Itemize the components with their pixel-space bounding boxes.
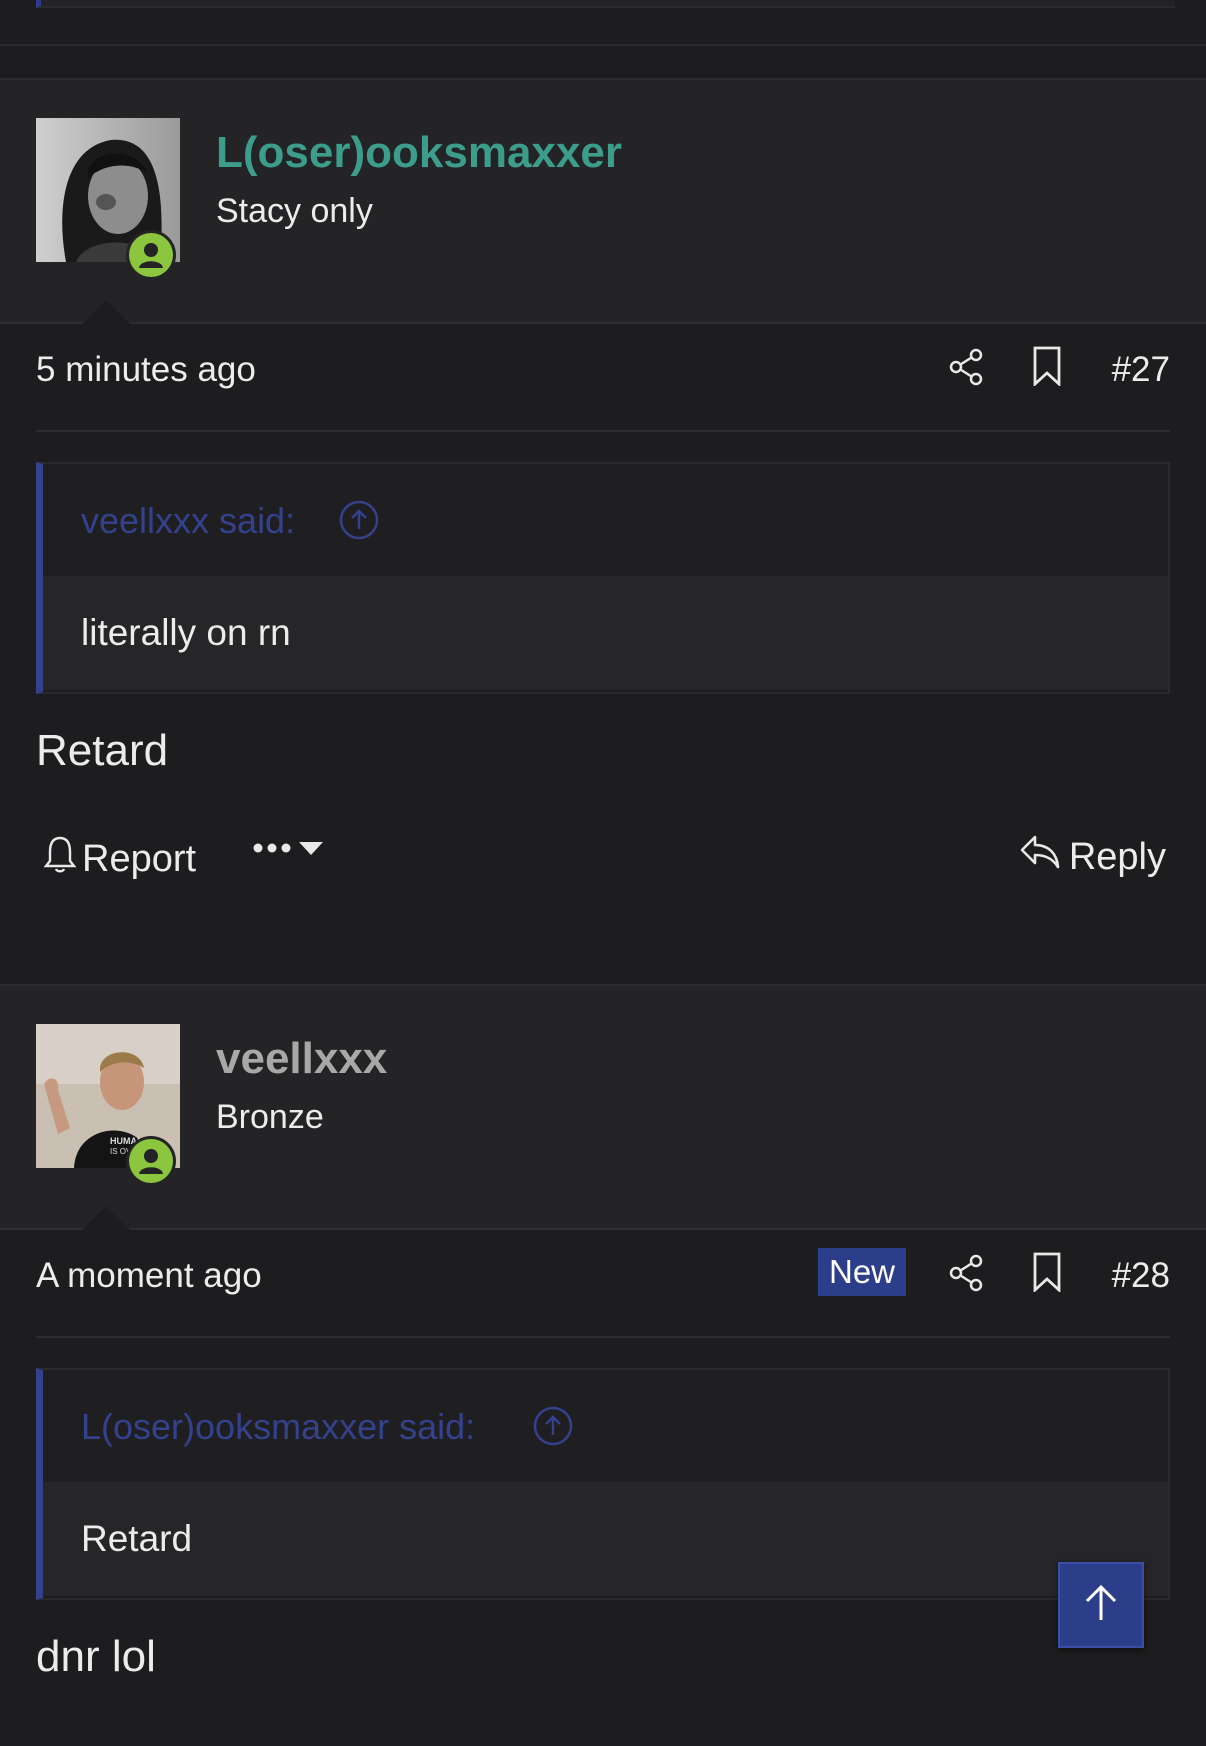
post-timestamp[interactable]: 5 minutes ago — [36, 350, 256, 390]
post-number-link[interactable]: #28 — [1112, 1256, 1170, 1296]
share-icon[interactable] — [948, 348, 984, 391]
quote-text: literally on rn — [81, 612, 291, 653]
quote-content: Retard — [43, 1482, 1168, 1596]
post-message: Retard — [36, 726, 169, 775]
post-separator — [0, 44, 1206, 46]
quote-content: literally on rn — [43, 576, 1168, 690]
arrow-up-icon — [1081, 1583, 1121, 1628]
chevron-down-icon — [298, 840, 324, 861]
user-title: Bronze — [216, 1098, 324, 1136]
jump-to-quote-icon[interactable] — [533, 1406, 573, 1451]
post-number-link[interactable]: #27 — [1112, 350, 1170, 390]
username[interactable]: L(oser)ooksmaxxer — [216, 128, 622, 178]
quote-block: L(oser)ooksmaxxer said: Retard — [36, 1368, 1170, 1600]
report-button[interactable]: Report — [42, 834, 196, 884]
scroll-to-top-button[interactable] — [1058, 1562, 1144, 1648]
post-meta: A moment ago New #28 — [36, 1246, 1170, 1306]
online-status-icon — [126, 1136, 176, 1186]
quote-block: veellxxx said: literally on rn — [36, 462, 1170, 694]
online-status-icon — [126, 230, 176, 280]
reply-label: Reply — [1068, 835, 1166, 878]
reply-icon — [1019, 834, 1061, 880]
share-icon[interactable] — [948, 1254, 984, 1297]
header-pointer — [74, 300, 138, 332]
more-options-button[interactable] — [252, 840, 324, 861]
quote-header: veellxxx said: — [43, 464, 1168, 576]
quote-author[interactable]: veellxxx said: — [81, 500, 295, 542]
post-message: dnr lol — [36, 1632, 156, 1681]
post-27: L(oser)ooksmaxxer Stacy only 5 minutes a… — [0, 78, 1206, 948]
post-timestamp[interactable]: A moment ago — [36, 1256, 262, 1296]
username[interactable]: veellxxx — [216, 1034, 387, 1084]
post-user-header: HUMANITY IS OV veellxxx Bronze — [0, 984, 1206, 1238]
meta-divider — [36, 430, 1170, 432]
bell-icon — [42, 834, 78, 884]
previous-post-quote-edge — [36, 0, 1175, 8]
new-post-badge: New — [818, 1248, 906, 1296]
reply-button[interactable]: Reply — [1019, 834, 1166, 880]
quote-text: Retard — [81, 1518, 193, 1559]
meta-divider — [36, 1336, 1170, 1338]
jump-to-quote-icon[interactable] — [339, 500, 379, 545]
post-actions: Report Reply — [36, 834, 1170, 894]
report-label: Report — [82, 837, 197, 880]
header-pointer — [74, 1206, 138, 1238]
post-separator — [0, 952, 1206, 986]
user-title: Stacy only — [216, 192, 373, 230]
post-user-header: L(oser)ooksmaxxer Stacy only — [0, 78, 1206, 332]
post-meta: 5 minutes ago #27 — [36, 340, 1170, 400]
bookmark-icon[interactable] — [1032, 1252, 1062, 1297]
bookmark-icon[interactable] — [1032, 346, 1062, 391]
quote-author[interactable]: L(oser)ooksmaxxer said: — [81, 1406, 475, 1448]
ellipsis-icon — [252, 841, 292, 860]
post-28: HUMANITY IS OV veellxxx Bronze A moment … — [0, 984, 1206, 1746]
quote-header: L(oser)ooksmaxxer said: — [43, 1370, 1168, 1482]
